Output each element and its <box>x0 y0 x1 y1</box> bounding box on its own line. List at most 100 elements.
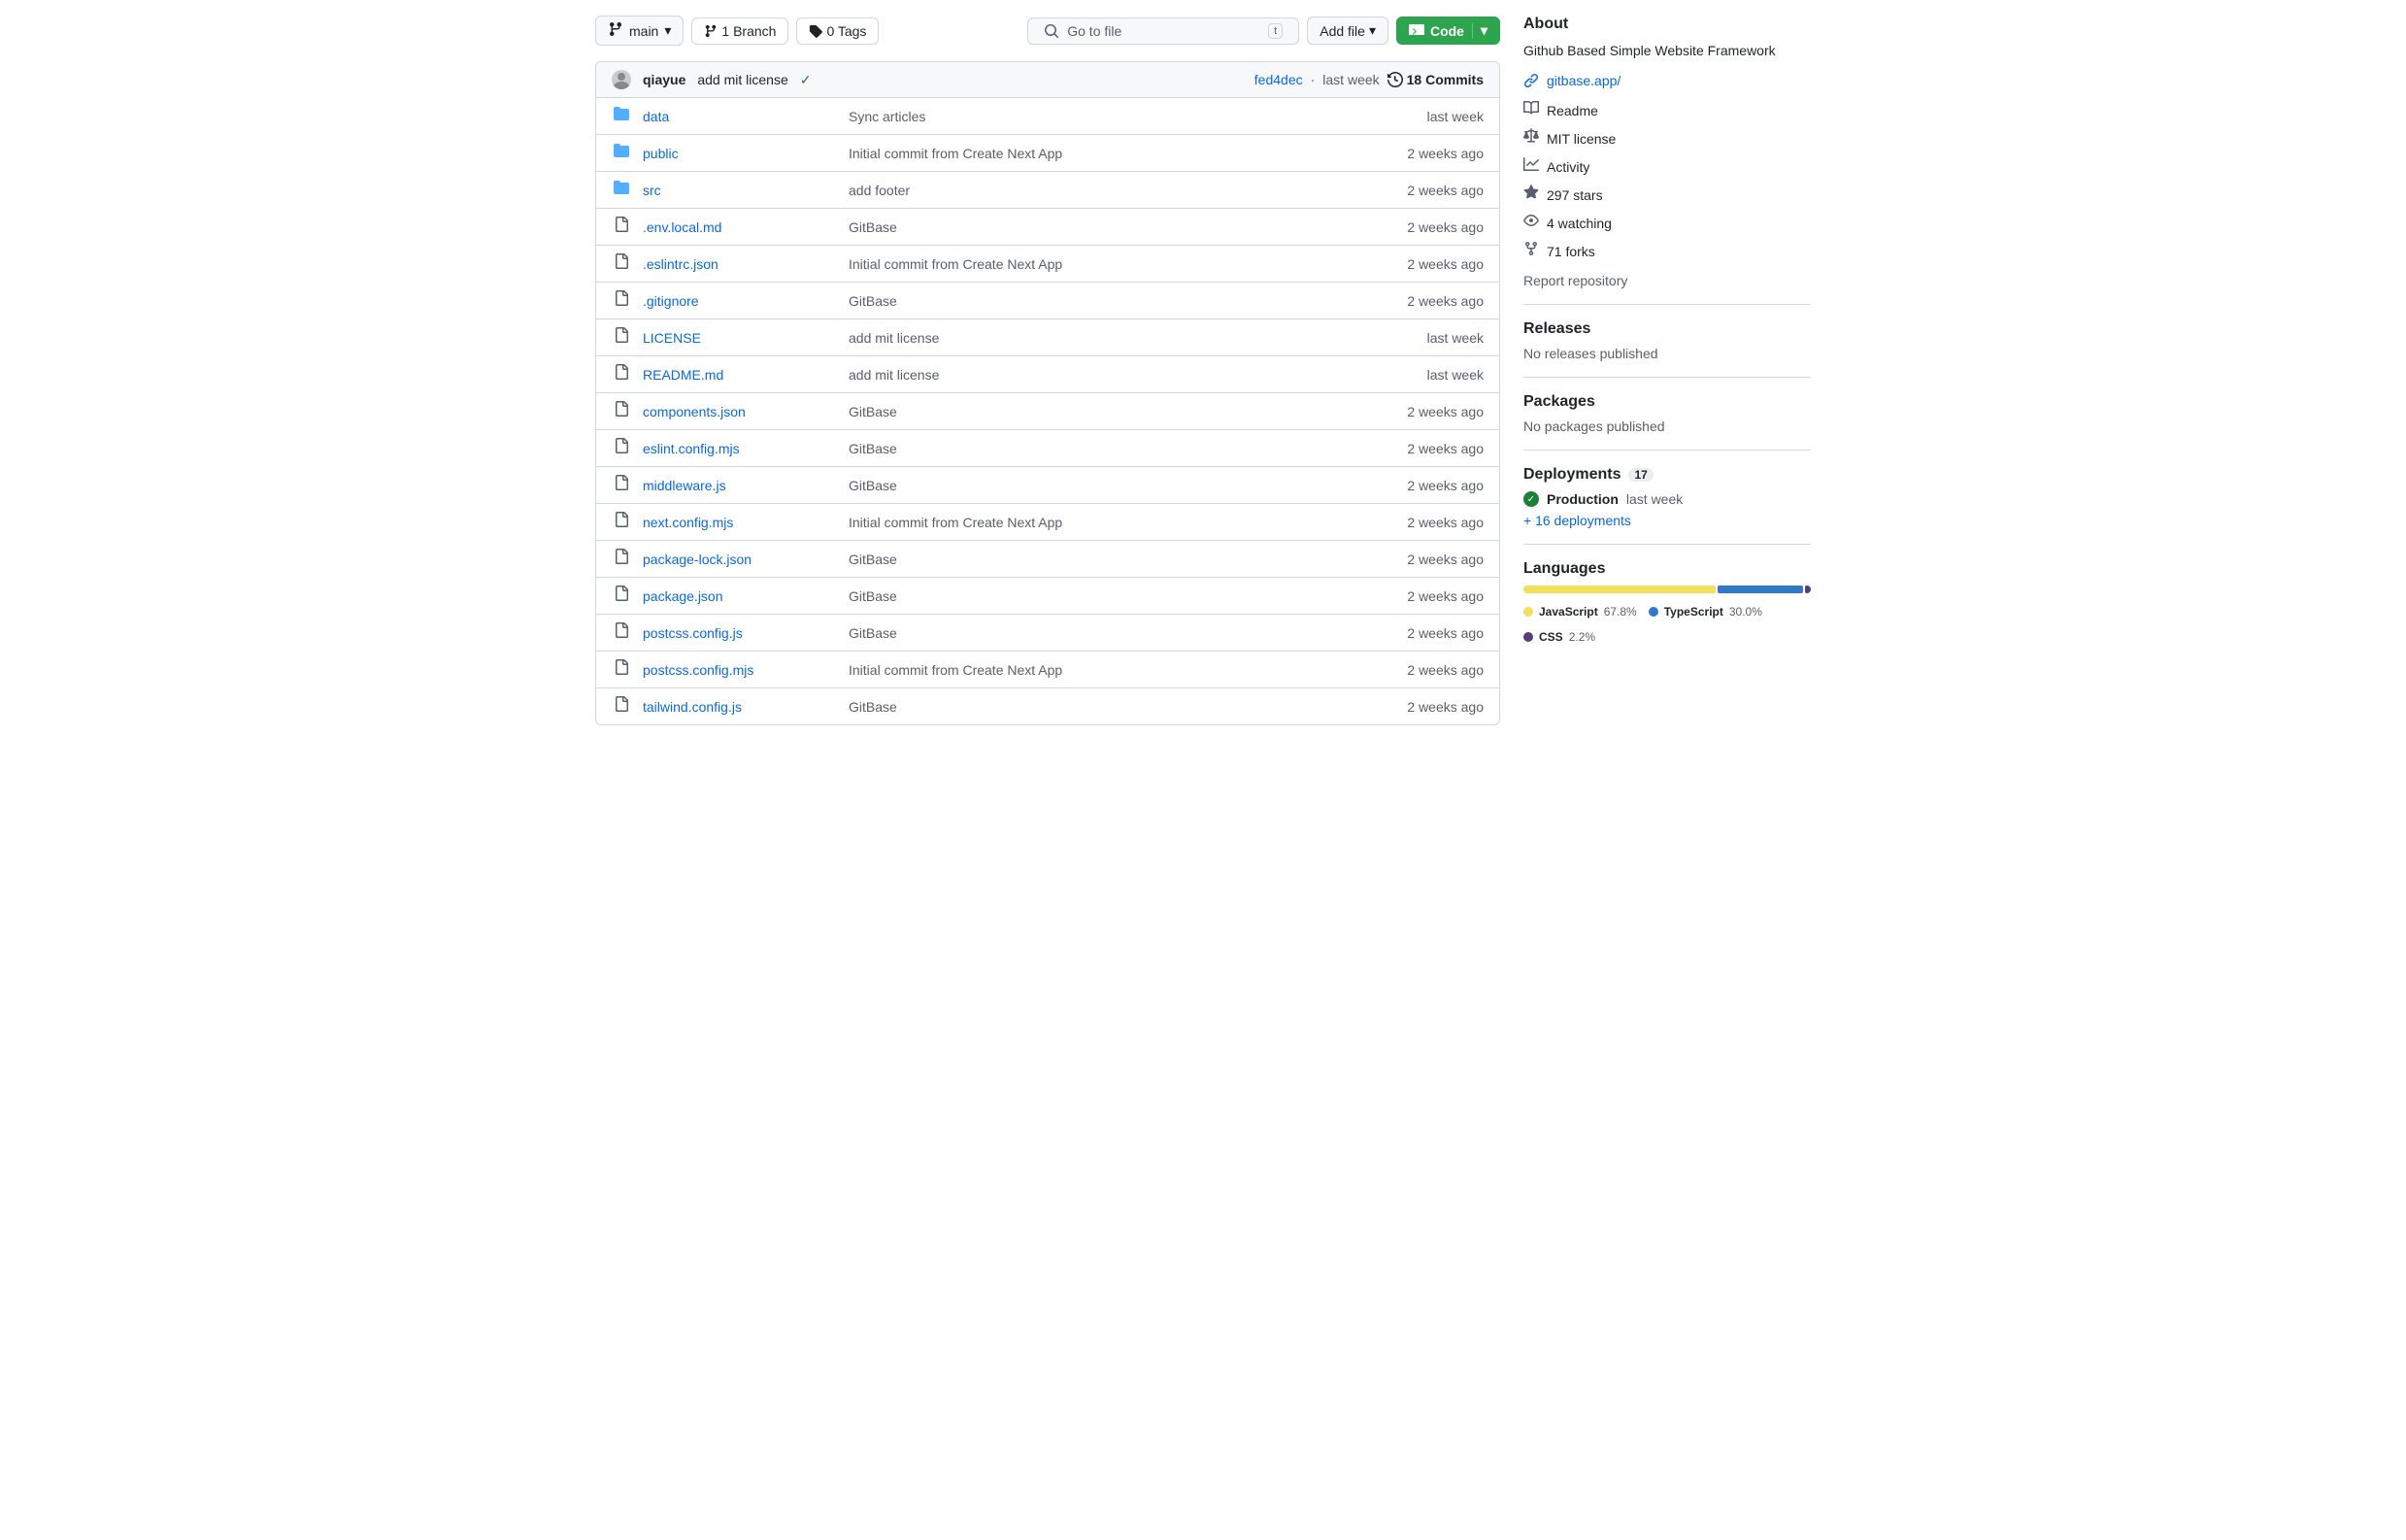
file-commit-message: Sync articles <box>849 109 1355 124</box>
language-item[interactable]: CSS 2.2% <box>1523 630 1595 644</box>
file-icon <box>612 217 631 237</box>
watching-link[interactable]: 4 watching <box>1523 209 1811 237</box>
table-row: .gitignore GitBase 2 weeks ago <box>596 283 1499 319</box>
file-time: 2 weeks ago <box>1367 293 1484 309</box>
table-row: public Initial commit from Create Next A… <box>596 135 1499 172</box>
language-bar-segment <box>1718 586 1803 593</box>
author-avatar <box>612 70 631 89</box>
about-description: Github Based Simple Website Framework <box>1523 41 1811 61</box>
production-label: Production <box>1547 491 1619 507</box>
table-row: middleware.js GitBase 2 weeks ago <box>596 467 1499 504</box>
license-link[interactable]: MIT license <box>1523 124 1811 152</box>
file-name[interactable]: postcss.config.mjs <box>643 662 837 678</box>
activity-link[interactable]: Activity <box>1523 152 1811 181</box>
readme-link[interactable]: Readme <box>1523 96 1811 124</box>
branches-count: 1 Branch <box>721 23 776 39</box>
report-repository-link[interactable]: Report repository <box>1523 273 1811 288</box>
file-name[interactable]: .eslintrc.json <box>643 256 837 272</box>
production-status-icon <box>1523 491 1539 507</box>
branch-selector[interactable]: main ▾ <box>595 16 684 46</box>
commit-meta: fed4dec · last week 18 Commits <box>1254 72 1484 87</box>
file-name[interactable]: components.json <box>643 404 837 419</box>
file-commit-message: add footer <box>849 183 1355 198</box>
branches-tag[interactable]: 1 Branch <box>691 17 788 45</box>
deployments-count-badge: 17 <box>1628 468 1653 482</box>
main-content: main ▾ 1 Branch 0 Tags <box>595 16 1500 725</box>
file-icon <box>612 401 631 421</box>
folder-icon <box>612 180 631 200</box>
file-icon <box>612 475 631 495</box>
production-time: last week <box>1626 491 1683 507</box>
file-name[interactable]: public <box>643 146 837 161</box>
file-name[interactable]: postcss.config.js <box>643 625 837 641</box>
go-to-file-button[interactable]: Go to file t <box>1027 17 1299 45</box>
file-commit-message: GitBase <box>849 404 1355 419</box>
file-time: 2 weeks ago <box>1367 219 1484 235</box>
file-icon <box>612 253 631 274</box>
sidebar-item-label: 297 stars <box>1547 187 1603 203</box>
add-file-button[interactable]: Add file ▾ <box>1307 17 1388 45</box>
language-percentage: 67.8% <box>1604 605 1637 619</box>
commits-count-link[interactable]: 18 Commits <box>1387 72 1484 87</box>
file-commit-message: Initial commit from Create Next App <box>849 662 1355 678</box>
website-link-text: gitbase.app/ <box>1547 73 1621 88</box>
table-row: README.md add mit license last week <box>596 356 1499 393</box>
sidebar-item-icon <box>1523 156 1539 177</box>
sidebar: About Github Based Simple Website Framew… <box>1523 16 1811 725</box>
toolbar: main ▾ 1 Branch 0 Tags <box>595 16 1500 46</box>
file-commit-message: Initial commit from Create Next App <box>849 515 1355 530</box>
commit-hash[interactable]: fed4dec <box>1254 72 1303 87</box>
file-name[interactable]: .gitignore <box>643 293 837 309</box>
language-item[interactable]: JavaScript 67.8% <box>1523 605 1637 619</box>
file-name[interactable]: package.json <box>643 588 837 604</box>
production-deployment-row: Production last week <box>1523 491 1811 507</box>
tags-tag[interactable]: 0 Tags <box>796 17 879 45</box>
sidebar-item-label: 4 watching <box>1547 216 1612 231</box>
table-row: eslint.config.mjs GitBase 2 weeks ago <box>596 430 1499 467</box>
code-button[interactable]: Code ▾ <box>1396 17 1500 45</box>
language-list: JavaScript 67.8% TypeScript 30.0% CSS 2.… <box>1523 605 1811 644</box>
branch-label: main <box>629 23 658 39</box>
file-commit-message: GitBase <box>849 478 1355 493</box>
sidebar-item-icon <box>1523 184 1539 205</box>
language-name: TypeScript <box>1664 605 1723 619</box>
file-name[interactable]: src <box>643 183 837 198</box>
file-time: last week <box>1367 109 1484 124</box>
file-name[interactable]: next.config.mjs <box>643 515 837 530</box>
file-time: 2 weeks ago <box>1367 478 1484 493</box>
add-file-label: Add file <box>1320 23 1365 39</box>
language-item[interactable]: TypeScript 30.0% <box>1649 605 1762 619</box>
tags-count: 0 Tags <box>826 23 866 39</box>
file-icon <box>612 622 631 643</box>
file-name[interactable]: package-lock.json <box>643 552 837 567</box>
file-name[interactable]: middleware.js <box>643 478 837 493</box>
file-name[interactable]: tailwind.config.js <box>643 699 837 715</box>
commit-info-row: qiayue add mit license ✓ fed4dec · last … <box>596 62 1499 98</box>
folder-icon <box>612 143 631 163</box>
sidebar-item-icon <box>1523 213 1539 233</box>
file-icon <box>612 549 631 569</box>
file-icon <box>612 659 631 680</box>
file-time: 2 weeks ago <box>1367 256 1484 272</box>
more-deployments-link[interactable]: + 16 deployments <box>1523 513 1811 528</box>
file-time: 2 weeks ago <box>1367 146 1484 161</box>
languages-title: Languages <box>1523 560 1811 578</box>
sidebar-meta-items: Readme MIT license Activity 297 stars 4 … <box>1523 96 1811 265</box>
packages-title: Packages <box>1523 393 1811 411</box>
deployments-section: Deployments 17 Production last week + 16… <box>1523 450 1811 528</box>
file-time: 2 weeks ago <box>1367 441 1484 456</box>
file-name[interactable]: LICENSE <box>643 330 837 346</box>
file-name[interactable]: README.md <box>643 367 837 383</box>
forks-link[interactable]: 71 forks <box>1523 237 1811 265</box>
file-commit-message: GitBase <box>849 552 1355 567</box>
file-commit-message: GitBase <box>849 625 1355 641</box>
table-row: tailwind.config.js GitBase 2 weeks ago <box>596 688 1499 724</box>
website-link[interactable]: gitbase.app/ <box>1523 73 1811 88</box>
commit-author[interactable]: qiayue <box>643 72 685 87</box>
stars-link[interactable]: 297 stars <box>1523 181 1811 209</box>
file-name[interactable]: data <box>643 109 837 124</box>
file-name[interactable]: eslint.config.mjs <box>643 441 837 456</box>
file-name[interactable]: .env.local.md <box>643 219 837 235</box>
sidebar-item-icon <box>1523 128 1539 149</box>
deployments-title: Deployments <box>1523 466 1621 484</box>
